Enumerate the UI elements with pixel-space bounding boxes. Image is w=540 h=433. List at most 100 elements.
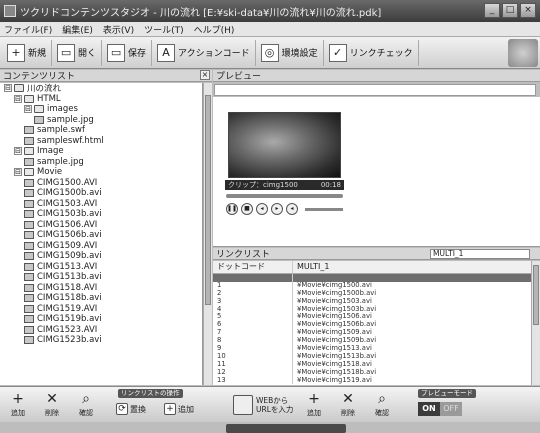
volume-icon[interactable]: ◂ — [286, 203, 298, 215]
add-link-button[interactable]: + 追加 — [300, 390, 328, 420]
web-url-button[interactable]: WEBから URLを入力 — [233, 392, 293, 418]
table-row[interactable]: 12 ¥Movie¥cimg1518b.avi — [213, 368, 531, 377]
confirm-content-button[interactable]: ⌕ 確認 — [72, 390, 100, 420]
table-row[interactable]: 8 ¥Movie¥cimg1509b.avi — [213, 336, 531, 346]
confirm-link-button[interactable]: ⌕ 確認 — [368, 390, 396, 420]
tree-item[interactable]: ⊟ HTML — [0, 94, 202, 105]
collapse-icon[interactable]: ⊟ — [14, 147, 22, 156]
tree-item[interactable]: sample.jpg — [0, 157, 202, 168]
column-dot-code[interactable]: ドットコード — [213, 261, 293, 273]
file-icon — [24, 252, 34, 261]
tree-item[interactable]: CIMG1513.AVI — [0, 262, 202, 273]
tree-item[interactable]: CIMG1518b.avi — [0, 293, 202, 304]
menu-file[interactable]: ファイル(F) — [4, 23, 52, 36]
table-row[interactable]: 10 ¥Movie¥cimg1513b.avi — [213, 352, 531, 361]
open-button[interactable]: ▭ 開く — [52, 39, 103, 66]
minimize-button[interactable]: _ — [484, 3, 500, 18]
preview-path-combo[interactable] — [214, 84, 536, 96]
folder-icon — [14, 84, 24, 93]
tree-item[interactable]: CIMG1519b.avi — [0, 314, 202, 325]
tree-item[interactable]: ⊟ images — [0, 104, 202, 115]
forward-icon[interactable]: ▸ — [271, 203, 283, 215]
confirm-label: 確認 — [79, 409, 93, 417]
action-code-button[interactable]: A アクションコード — [152, 39, 256, 66]
replace-label: 置換 — [130, 404, 146, 414]
tree-item[interactable]: sample.jpg — [0, 115, 202, 126]
delete-link-button[interactable]: ✕ 削除 — [334, 390, 362, 420]
file-icon — [24, 136, 34, 145]
table-row[interactable]: 6 ¥Movie¥cimg1506b.avi — [213, 320, 531, 330]
link-check-button[interactable]: ✓ リンクチェック — [324, 39, 419, 66]
scrollbar-thumb[interactable] — [533, 265, 539, 325]
pause-icon[interactable]: ❚❚ — [226, 203, 238, 215]
link-add-button[interactable]: + 追加 — [164, 402, 194, 416]
file-icon — [24, 126, 34, 135]
row-path: ¥Movie¥cimg1519.avi — [297, 375, 372, 384]
replace-button[interactable]: ⟳ 置換 — [116, 402, 146, 416]
tree-item[interactable]: ⊟ Image — [0, 146, 202, 157]
tree-item-label: 川の流れ — [27, 84, 62, 95]
tree-item[interactable]: CIMG1500.AVI — [0, 178, 202, 189]
menu-edit[interactable]: 編集(E) — [62, 23, 93, 36]
tree-item[interactable]: CIMG1506b.avi — [0, 230, 202, 241]
add-content-button[interactable]: + 追加 — [4, 390, 32, 420]
close-button[interactable]: × — [520, 3, 536, 18]
preview-off-button[interactable]: OFF — [440, 402, 462, 416]
delete-content-button[interactable]: ✕ 削除 — [38, 390, 66, 420]
folder-icon — [24, 94, 34, 103]
tree-item[interactable]: CIMG1519.AVI — [0, 304, 202, 315]
new-button[interactable]: + 新規 — [2, 39, 53, 66]
file-icon — [24, 294, 34, 303]
table-row[interactable]: 2 ¥Movie¥cimg1500b.avi — [213, 289, 531, 298]
link-table[interactable]: ドットコード MULTI_1 1 ¥Movie¥cimg1500.avi 2 ¥Mov… — [213, 261, 531, 385]
tree-item[interactable]: CIMG1503.AVI — [0, 199, 202, 210]
volume-slider[interactable] — [305, 207, 343, 211]
content-list-close-icon[interactable]: × — [200, 70, 210, 80]
tree-item-label: Movie — [37, 167, 63, 178]
clip-time: 00:18 — [320, 181, 341, 189]
table-row[interactable]: 13 ¥Movie¥cimg1519.avi — [213, 375, 531, 385]
settings-button[interactable]: ◎ 環境設定 — [256, 39, 324, 66]
link-list-selector[interactable]: MULTI_1 — [430, 249, 530, 259]
tree-item[interactable]: sample.swf — [0, 125, 202, 136]
link-table-scrollbar[interactable] — [531, 261, 540, 385]
seek-bar[interactable] — [226, 194, 343, 198]
collapse-icon[interactable]: ⊟ — [14, 94, 22, 103]
tree-item[interactable]: CIMG1500b.avi — [0, 188, 202, 199]
tree-item[interactable]: CIMG1509.AVI — [0, 241, 202, 252]
file-icon — [24, 189, 34, 198]
preview-mode-toggle[interactable]: ON OFF — [418, 402, 462, 416]
preview-on-button[interactable]: ON — [418, 402, 440, 416]
scrollbar-thumb[interactable] — [205, 95, 211, 305]
tree-item[interactable]: sampleswf.html — [0, 136, 202, 147]
tree-item[interactable]: CIMG1506.AVI — [0, 220, 202, 231]
column-multi[interactable]: MULTI_1 — [293, 261, 531, 273]
save-button[interactable]: ▭ 保存 — [102, 39, 153, 66]
tree-item[interactable]: CIMG1523.AVI — [0, 325, 202, 336]
tree-item[interactable]: CIMG1513b.avi — [0, 272, 202, 283]
window-controls: _ □ × — [484, 3, 536, 18]
tree-item[interactable]: CIMG1503b.avi — [0, 209, 202, 220]
rewind-icon[interactable]: ◂ — [256, 203, 268, 215]
collapse-icon[interactable]: ⊟ — [4, 84, 12, 93]
content-tree-scrollbar[interactable] — [203, 83, 212, 385]
tree-item[interactable]: ⊟ Movie — [0, 167, 202, 178]
tree-item[interactable]: CIMG1523b.avi — [0, 335, 202, 346]
menu-help[interactable]: ヘルプ(H) — [194, 23, 235, 36]
collapse-icon[interactable]: ⊟ — [14, 168, 22, 177]
new-icon: + — [7, 43, 25, 62]
tree-item[interactable]: ⊟ 川の流れ — [0, 83, 202, 94]
file-icon — [24, 157, 34, 166]
tree-item[interactable]: CIMG1509b.avi — [0, 251, 202, 262]
menu-view[interactable]: 表示(V) — [103, 23, 134, 36]
content-tree[interactable]: ⊟ 川の流れ ⊟ HTML ⊟ images sample.jpg sample.swf sam… — [0, 83, 203, 385]
menu-tools[interactable]: ツール(T) — [144, 23, 184, 36]
stop-icon[interactable]: ■ — [241, 203, 253, 215]
table-row-selected[interactable] — [213, 274, 531, 282]
table-row[interactable]: 4 ¥Movie¥cimg1503b.avi — [213, 305, 531, 314]
tree-item[interactable]: CIMG1518.AVI — [0, 283, 202, 294]
collapse-icon[interactable]: ⊟ — [24, 105, 32, 114]
file-icon — [24, 199, 34, 208]
tree-item-label: CIMG1513.AVI — [37, 261, 98, 272]
maximize-button[interactable]: □ — [502, 3, 518, 18]
